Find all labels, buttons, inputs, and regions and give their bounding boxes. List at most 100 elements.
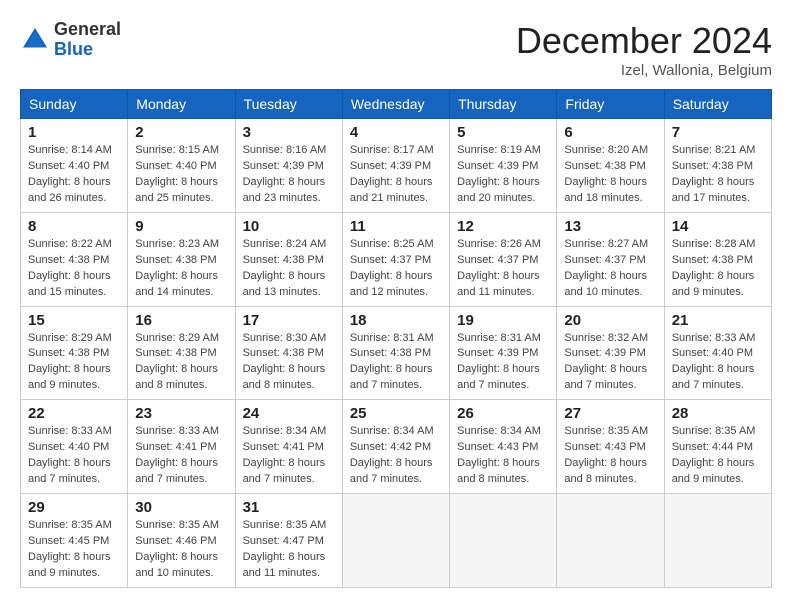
day-number: 24 [243, 405, 335, 422]
calendar-day: 22 Sunrise: 8:33 AM Sunset: 4:40 PM Dayli… [21, 400, 128, 494]
weekday-header: Tuesday [235, 90, 342, 119]
weekday-header: Sunday [21, 90, 128, 119]
empty-day [450, 494, 557, 588]
day-info: Sunrise: 8:16 AM Sunset: 4:39 PM Dayligh… [243, 143, 335, 207]
day-number: 19 [457, 312, 549, 329]
calendar-day: 30Sunrise: 8:35 AM Sunset: 4:46 PM Dayli… [128, 494, 235, 588]
day-info: Sunrise: 8:35 AM Sunset: 4:44 PM Dayligh… [672, 424, 764, 488]
calendar-day: 12Sunrise: 8:26 AM Sunset: 4:37 PM Dayli… [450, 212, 557, 306]
day-number: 26 [457, 405, 549, 422]
calendar-week-row: 1 Sunrise: 8:14 AM Sunset: 4:40 PM Daylig… [21, 119, 772, 213]
day-info: Sunrise: 8:15 AM Sunset: 4:40 PM Dayligh… [135, 143, 227, 207]
day-number: 7 [672, 124, 764, 141]
weekday-header-row: SundayMondayTuesdayWednesdayThursdayFrid… [21, 90, 772, 119]
weekday-header: Friday [557, 90, 664, 119]
day-info: Sunrise: 8:29 AM Sunset: 4:38 PM Dayligh… [28, 331, 120, 395]
day-info: Sunrise: 8:19 AM Sunset: 4:39 PM Dayligh… [457, 143, 549, 207]
logo: General Blue [20, 20, 121, 60]
calendar-day: 27 Sunrise: 8:35 AM Sunset: 4:43 PM Dayli… [557, 400, 664, 494]
calendar-day: 16 Sunrise: 8:29 AM Sunset: 4:38 PM Dayli… [128, 306, 235, 400]
day-number: 25 [350, 405, 442, 422]
calendar-table: SundayMondayTuesdayWednesdayThursdayFrid… [20, 89, 772, 588]
location: Izel, Wallonia, Belgium [516, 62, 772, 79]
calendar-day: 26 Sunrise: 8:34 AM Sunset: 4:43 PM Dayli… [450, 400, 557, 494]
day-number: 3 [243, 124, 335, 141]
day-info: Sunrise: 8:24 AM Sunset: 4:38 PM Dayligh… [243, 237, 335, 301]
calendar-day: 4 Sunrise: 8:17 AM Sunset: 4:39 PM Daylig… [342, 119, 449, 213]
day-info: Sunrise: 8:14 AM Sunset: 4:40 PM Dayligh… [28, 143, 120, 207]
day-info: Sunrise: 8:33 AM Sunset: 4:40 PM Dayligh… [672, 331, 764, 395]
empty-day [342, 494, 449, 588]
calendar-day: 17 Sunrise: 8:30 AM Sunset: 4:38 PM Dayli… [235, 306, 342, 400]
calendar-week-row: 29 Sunrise: 8:35 AM Sunset: 4:45 PM Dayli… [21, 494, 772, 588]
calendar-week-row: 8Sunrise: 8:22 AM Sunset: 4:38 PM Daylig… [21, 212, 772, 306]
weekday-header: Monday [128, 90, 235, 119]
day-number: 11 [350, 218, 442, 235]
day-info: Sunrise: 8:35 AM Sunset: 4:46 PM Dayligh… [135, 518, 227, 582]
day-info: Sunrise: 8:34 AM Sunset: 4:43 PM Dayligh… [457, 424, 549, 488]
calendar-day: 13Sunrise: 8:27 AM Sunset: 4:37 PM Dayli… [557, 212, 664, 306]
calendar-day: 31Sunrise: 8:35 AM Sunset: 4:47 PM Dayli… [235, 494, 342, 588]
day-info: Sunrise: 8:33 AM Sunset: 4:40 PM Dayligh… [28, 424, 120, 488]
day-number: 18 [350, 312, 442, 329]
day-info: Sunrise: 8:35 AM Sunset: 4:45 PM Dayligh… [28, 518, 120, 582]
empty-day [664, 494, 771, 588]
day-number: 23 [135, 405, 227, 422]
calendar-day: 20Sunrise: 8:32 AM Sunset: 4:39 PM Dayli… [557, 306, 664, 400]
day-number: 5 [457, 124, 549, 141]
calendar-day: 10 Sunrise: 8:24 AM Sunset: 4:38 PM Dayli… [235, 212, 342, 306]
day-info: Sunrise: 8:34 AM Sunset: 4:41 PM Dayligh… [243, 424, 335, 488]
calendar-day: 28 Sunrise: 8:35 AM Sunset: 4:44 PM Dayli… [664, 400, 771, 494]
day-info: Sunrise: 8:35 AM Sunset: 4:47 PM Dayligh… [243, 518, 335, 582]
day-info: Sunrise: 8:31 AM Sunset: 4:38 PM Dayligh… [350, 331, 442, 395]
calendar-day: 2 Sunrise: 8:15 AM Sunset: 4:40 PM Daylig… [128, 119, 235, 213]
logo-icon [20, 25, 50, 55]
empty-day [557, 494, 664, 588]
calendar-day: 29 Sunrise: 8:35 AM Sunset: 4:45 PM Dayli… [21, 494, 128, 588]
day-number: 29 [28, 499, 120, 516]
day-number: 27 [564, 405, 656, 422]
day-number: 12 [457, 218, 549, 235]
weekday-header: Wednesday [342, 90, 449, 119]
day-info: Sunrise: 8:35 AM Sunset: 4:43 PM Dayligh… [564, 424, 656, 488]
day-info: Sunrise: 8:20 AM Sunset: 4:38 PM Dayligh… [564, 143, 656, 207]
calendar-day: 5 Sunrise: 8:19 AM Sunset: 4:39 PM Daylig… [450, 119, 557, 213]
calendar-week-row: 15Sunrise: 8:29 AM Sunset: 4:38 PM Dayli… [21, 306, 772, 400]
calendar-day: 1 Sunrise: 8:14 AM Sunset: 4:40 PM Daylig… [21, 119, 128, 213]
day-number: 16 [135, 312, 227, 329]
month-title: December 2024 [516, 20, 772, 62]
calendar-day: 24 Sunrise: 8:34 AM Sunset: 4:41 PM Dayli… [235, 400, 342, 494]
day-info: Sunrise: 8:17 AM Sunset: 4:39 PM Dayligh… [350, 143, 442, 207]
day-number: 6 [564, 124, 656, 141]
calendar-day: 3 Sunrise: 8:16 AM Sunset: 4:39 PM Daylig… [235, 119, 342, 213]
day-number: 2 [135, 124, 227, 141]
calendar-day: 7Sunrise: 8:21 AM Sunset: 4:38 PM Daylig… [664, 119, 771, 213]
day-number: 1 [28, 124, 120, 141]
weekday-header: Saturday [664, 90, 771, 119]
day-number: 10 [243, 218, 335, 235]
calendar-day: 6 Sunrise: 8:20 AM Sunset: 4:38 PM Daylig… [557, 119, 664, 213]
title-block: December 2024 Izel, Wallonia, Belgium [516, 20, 772, 79]
calendar-day: 15Sunrise: 8:29 AM Sunset: 4:38 PM Dayli… [21, 306, 128, 400]
calendar-day: 14 Sunrise: 8:28 AM Sunset: 4:38 PM Dayli… [664, 212, 771, 306]
day-number: 22 [28, 405, 120, 422]
calendar-day: 25 Sunrise: 8:34 AM Sunset: 4:42 PM Dayli… [342, 400, 449, 494]
day-number: 4 [350, 124, 442, 141]
day-info: Sunrise: 8:33 AM Sunset: 4:41 PM Dayligh… [135, 424, 227, 488]
day-info: Sunrise: 8:30 AM Sunset: 4:38 PM Dayligh… [243, 331, 335, 395]
calendar-day: 18 Sunrise: 8:31 AM Sunset: 4:38 PM Dayli… [342, 306, 449, 400]
day-info: Sunrise: 8:22 AM Sunset: 4:38 PM Dayligh… [28, 237, 120, 301]
day-number: 14 [672, 218, 764, 235]
calendar-day: 23 Sunrise: 8:33 AM Sunset: 4:41 PM Dayli… [128, 400, 235, 494]
day-info: Sunrise: 8:29 AM Sunset: 4:38 PM Dayligh… [135, 331, 227, 395]
day-number: 17 [243, 312, 335, 329]
day-info: Sunrise: 8:34 AM Sunset: 4:42 PM Dayligh… [350, 424, 442, 488]
calendar-day: 11Sunrise: 8:25 AM Sunset: 4:37 PM Dayli… [342, 212, 449, 306]
day-info: Sunrise: 8:31 AM Sunset: 4:39 PM Dayligh… [457, 331, 549, 395]
page-header: General Blue December 2024 Izel, Walloni… [20, 20, 772, 79]
day-number: 28 [672, 405, 764, 422]
calendar-week-row: 22 Sunrise: 8:33 AM Sunset: 4:40 PM Dayli… [21, 400, 772, 494]
logo-general-text: General [54, 19, 121, 39]
day-number: 13 [564, 218, 656, 235]
day-info: Sunrise: 8:28 AM Sunset: 4:38 PM Dayligh… [672, 237, 764, 301]
